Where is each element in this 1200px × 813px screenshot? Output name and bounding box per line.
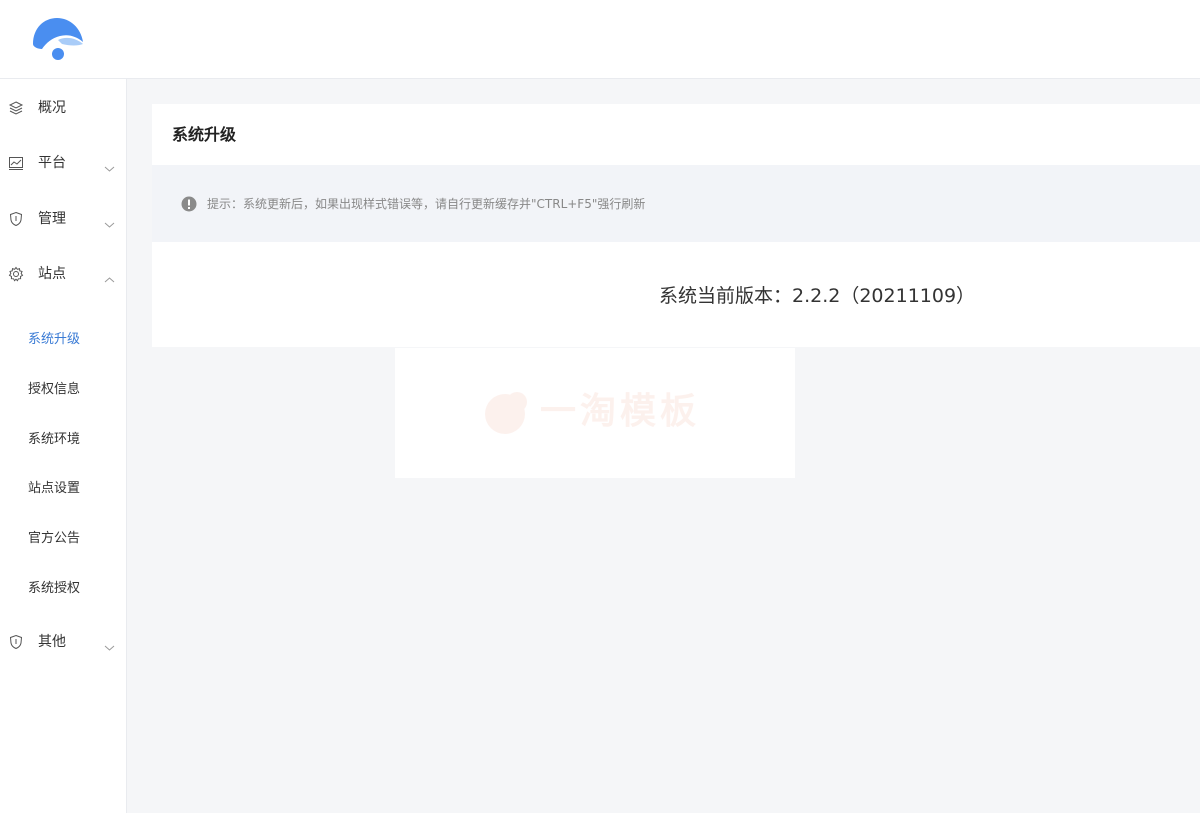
sidebar-subitem-label: 官方公告 <box>28 531 81 546</box>
shield-icon <box>8 211 24 227</box>
cloud-logo-icon[interactable] <box>30 16 86 64</box>
sidebar-subitem-label: 站点设置 <box>28 481 81 496</box>
system-upgrade-card: 系统升级 提示：系统更新后，如果出现样式错误等，请自行更新缓存并"CTRL+F5… <box>152 104 1200 347</box>
sidebar-item-label: 其他 <box>38 634 66 650</box>
sidebar-subitem-site-settings[interactable]: 站点设置 <box>0 474 126 504</box>
sidebar-subitem-system-environment[interactable]: 系统环境 <box>0 425 126 455</box>
notice-banner: 提示：系统更新后，如果出现样式错误等，请自行更新缓存并"CTRL+F5"强行刷新 <box>152 165 1200 242</box>
chevron-down-icon <box>104 158 115 172</box>
sidebar-subitem-license-info[interactable]: 授权信息 <box>0 375 126 405</box>
page-title: 系统升级 <box>172 125 237 144</box>
chart-icon <box>8 155 24 171</box>
sidebar-subitem-label: 系统环境 <box>28 432 81 447</box>
exclamation-circle-icon <box>181 196 197 212</box>
sidebar-item-label: 管理 <box>38 211 66 227</box>
sidebar-item-other[interactable]: 其他 <box>0 622 126 662</box>
sidebar-item-site[interactable]: 站点 <box>0 254 126 294</box>
sidebar-item-platform[interactable]: 平台 <box>0 143 126 183</box>
shield-icon <box>8 634 24 650</box>
sidebar-item-label: 站点 <box>38 266 66 282</box>
sidebar-subitem-system-authorization[interactable]: 系统授权 <box>0 574 126 604</box>
chevron-down-icon <box>104 637 115 651</box>
watermark-logo-icon <box>481 388 535 436</box>
top-bar <box>0 0 1200 79</box>
gear-icon <box>8 266 24 282</box>
watermark: 一淘模板 <box>395 348 795 478</box>
sidebar-item-label: 平台 <box>38 155 66 171</box>
sidebar: 概况 平台 管理 站点 系统升级 授权信息 系统环境 站点设置 官方公告 系统授… <box>0 79 127 813</box>
sidebar-subitem-label: 系统授权 <box>28 581 81 596</box>
watermark-text: 一淘模板 <box>540 391 701 432</box>
sidebar-subitem-official-announcements[interactable]: 官方公告 <box>0 524 126 554</box>
sidebar-subitem-label: 授权信息 <box>28 382 81 397</box>
current-version: 系统当前版本：2.2.2（20211109） <box>659 285 976 307</box>
sidebar-item-manage[interactable]: 管理 <box>0 199 126 239</box>
notice-text: 提示：系统更新后，如果出现样式错误等，请自行更新缓存并"CTRL+F5"强行刷新 <box>207 197 646 211</box>
sidebar-item-overview[interactable]: 概况 <box>0 88 126 128</box>
sidebar-item-label: 概况 <box>38 100 66 116</box>
chevron-up-icon <box>104 269 115 283</box>
sidebar-subitem-system-upgrade[interactable]: 系统升级 <box>0 325 126 355</box>
sidebar-subitem-label: 系统升级 <box>28 332 81 347</box>
chevron-down-icon <box>104 214 115 228</box>
layers-icon <box>8 100 24 116</box>
